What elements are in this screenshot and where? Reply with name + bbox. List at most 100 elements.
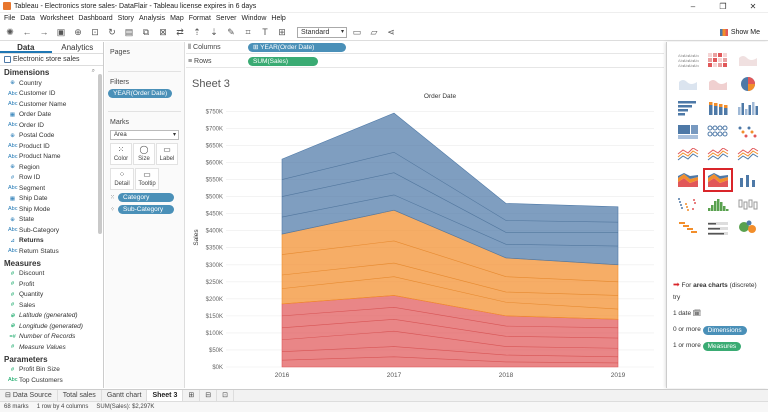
menu-file[interactable]: File xyxy=(4,15,15,22)
show-me-area-continuous-icon[interactable] xyxy=(675,170,701,190)
menu-format[interactable]: Format xyxy=(189,15,211,22)
mark-color-button[interactable]: ⁙ Color xyxy=(110,143,132,165)
menu-server[interactable]: Server xyxy=(216,15,237,22)
data-pane-scrollbar[interactable] xyxy=(98,74,102,234)
tab-sheet-3[interactable]: Sheet 3 xyxy=(147,389,184,402)
show-me-heat-map-icon[interactable] xyxy=(705,50,731,70)
show-me-circle-views-icon[interactable] xyxy=(705,122,731,142)
field-quantity[interactable]: # Quantity xyxy=(0,290,103,301)
search-icon[interactable]: ⌕ xyxy=(92,68,95,77)
field-segment[interactable]: Abc Segment xyxy=(0,183,103,194)
show-me-line-discrete-icon[interactable] xyxy=(705,146,731,166)
field-returns[interactable]: ⊿ Returns xyxy=(0,236,103,247)
field-order-date[interactable]: ▦ Order Date xyxy=(0,110,103,121)
menu-data[interactable]: Data xyxy=(20,15,35,22)
field-state[interactable]: ⊕ State xyxy=(0,215,103,226)
sort-desc-icon[interactable]: ⇣ xyxy=(207,26,221,38)
highlight-icon[interactable]: ✎ xyxy=(224,26,238,38)
tab-data-source[interactable]: ⊟ Data Source xyxy=(0,389,58,402)
show-me-button[interactable]: Show Me xyxy=(715,26,765,39)
show-me-stacked-bars-icon[interactable] xyxy=(705,98,731,118)
presentation-icon[interactable]: ▭ xyxy=(350,26,364,38)
show-me-area-discrete-icon[interactable] xyxy=(703,168,733,192)
area-chart[interactable]: $0K $50K $100K $150K $200K $250K $300K $350K $40… xyxy=(186,72,664,388)
show-me-histogram-icon[interactable] xyxy=(705,194,731,214)
undo-icon[interactable]: ← xyxy=(20,26,34,38)
mark-label-button[interactable]: ▭ Label xyxy=(156,143,178,165)
new-worksheet-icon[interactable]: ▤ xyxy=(122,26,136,38)
field-profit-bin-size[interactable]: # Profit Bin Size xyxy=(0,365,103,376)
show-me-dual-combination-icon[interactable] xyxy=(735,170,761,190)
new-datasource-icon[interactable]: ⊕ xyxy=(71,26,85,38)
field-sales[interactable]: # Sales xyxy=(0,300,103,311)
mark-type-select[interactable]: Area xyxy=(110,130,179,140)
close-icon[interactable]: ✕ xyxy=(738,0,768,13)
duplicate-sheet-icon[interactable]: ⧉ xyxy=(139,26,153,38)
field-measure-values[interactable]: # Measure Values xyxy=(0,342,103,353)
field-return-status[interactable]: Abc Return Status xyxy=(0,246,103,257)
field-top-customers[interactable]: Abc Top Customers xyxy=(0,375,103,386)
new-dashboard-tab-icon[interactable]: ⊟ xyxy=(200,389,218,402)
fit-select[interactable]: Standard xyxy=(297,26,347,38)
filter-pill[interactable]: YEAR(Order Date) xyxy=(108,89,173,98)
show-me-side-by-side-circles-icon[interactable] xyxy=(735,122,761,142)
field-customer-id[interactable]: Abc Customer ID xyxy=(0,89,103,100)
field-latitude-generated[interactable]: ⊕ Latitude (generated) xyxy=(0,311,103,322)
field-product-id[interactable]: Abc Product ID xyxy=(0,141,103,152)
show-me-treemap-icon[interactable] xyxy=(675,122,701,142)
field-customer-name[interactable]: Abc Customer Name xyxy=(0,99,103,110)
mark-size-button[interactable]: ◯ Size xyxy=(133,143,155,165)
share-icon[interactable]: ⋖ xyxy=(384,26,398,38)
redo-icon[interactable]: → xyxy=(37,26,51,38)
run-update-icon[interactable]: ↻ xyxy=(105,26,119,38)
tableau-logo-icon[interactable]: ✺ xyxy=(3,26,17,38)
menu-window[interactable]: Window xyxy=(242,15,267,22)
field-row-id[interactable]: # Row ID xyxy=(0,173,103,184)
field-product-name[interactable]: Abc Product Name xyxy=(0,152,103,163)
show-me-bullet-graph-icon[interactable] xyxy=(705,218,731,238)
menu-map[interactable]: Map xyxy=(170,15,184,22)
new-worksheet-tab-icon[interactable]: ⊞ xyxy=(183,389,201,402)
swap-icon[interactable]: ⇄ xyxy=(173,26,187,38)
minimize-icon[interactable]: – xyxy=(678,0,708,13)
show-me-horizontal-bars-icon[interactable] xyxy=(675,98,701,118)
show-me-highlight-table-icon[interactable] xyxy=(735,50,761,70)
pause-updates-icon[interactable]: ⊡ xyxy=(88,26,102,38)
mark-pill-sub-category[interactable]: Sub-Category xyxy=(118,205,174,214)
show-me-symbol-map-icon[interactable] xyxy=(675,74,701,94)
new-story-tab-icon[interactable]: ⊡ xyxy=(217,389,234,402)
clear-sheet-icon[interactable]: ⊠ xyxy=(156,26,170,38)
menu-story[interactable]: Story xyxy=(118,15,134,22)
field-ship-mode[interactable]: Abc Ship Mode xyxy=(0,204,103,215)
tab-total-sales[interactable]: Total sales xyxy=(58,389,102,402)
tooltip-icon[interactable]: ▱ xyxy=(367,26,381,38)
show-me-packed-bubbles-icon[interactable] xyxy=(735,218,761,238)
sort-asc-icon[interactable]: ⇡ xyxy=(190,26,204,38)
show-me-box-plot-icon[interactable] xyxy=(735,194,761,214)
show-me-dual-lines-icon[interactable] xyxy=(735,146,761,166)
field-ship-date[interactable]: ▦ Ship Date xyxy=(0,194,103,205)
columns-pill[interactable]: ⊞ YEAR(Order Date) xyxy=(248,43,346,52)
tab-analytics[interactable]: Analytics xyxy=(52,42,104,53)
fix-axes-icon[interactable]: ⊞ xyxy=(275,26,289,38)
show-me-text-table-icon[interactable]: Abc Abc Abc Abc Abc Abc Abc Abc Abc Abc Abc Abc xyxy=(675,50,701,70)
rows-shelf[interactable]: ≡ Rows SUM(Sales) xyxy=(186,56,664,68)
show-me-pie-chart-icon[interactable] xyxy=(735,74,761,94)
data-source-item[interactable]: Electronic store sales xyxy=(0,54,103,66)
mark-pill-category[interactable]: Category xyxy=(118,193,174,202)
show-me-filled-map-icon[interactable] xyxy=(705,74,731,94)
save-icon[interactable]: ▣ xyxy=(54,26,68,38)
labels-icon[interactable]: T xyxy=(258,26,272,38)
menu-worksheet[interactable]: Worksheet xyxy=(40,15,73,22)
show-me-side-by-side-bars-icon[interactable] xyxy=(735,98,761,118)
tab-gantt-chart[interactable]: Gantt chart xyxy=(102,389,148,402)
menu-help[interactable]: Help xyxy=(271,15,285,22)
field-order-id[interactable]: Abc Order ID xyxy=(0,120,103,131)
maximize-icon[interactable]: ❐ xyxy=(708,0,738,13)
show-me-scatter-plot-icon[interactable] xyxy=(675,194,701,214)
show-me-gantt-chart-icon[interactable] xyxy=(675,218,701,238)
field-region[interactable]: ⊕ Region xyxy=(0,162,103,173)
menu-dashboard[interactable]: Dashboard xyxy=(78,15,112,22)
columns-shelf[interactable]: ⦀ Columns ⊞ YEAR(Order Date) xyxy=(186,42,664,54)
field-sub-category[interactable]: Abc Sub-Category xyxy=(0,225,103,236)
